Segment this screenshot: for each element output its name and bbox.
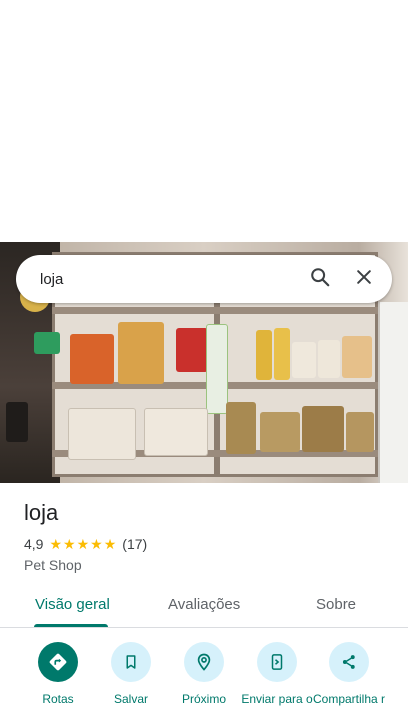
star-icon: ★ — [63, 536, 76, 552]
map-blank-area — [0, 0, 408, 242]
directions-label: Rotas — [42, 692, 74, 706]
save-label: Salvar — [113, 692, 148, 706]
share-icon — [329, 642, 369, 682]
share-label: Compartilha r — [312, 692, 386, 706]
nearby-button[interactable]: Próximo — [166, 642, 242, 706]
clear-search-button[interactable] — [342, 257, 386, 301]
directions-button[interactable]: Rotas — [20, 642, 96, 706]
nearby-label: Próximo — [181, 692, 226, 706]
star-icon: ★ — [103, 536, 117, 552]
tab-reviews[interactable]: Avaliações — [168, 596, 240, 613]
bookmark-icon — [111, 642, 151, 682]
send-to-phone-icon — [257, 642, 297, 682]
rating-stars: ★ ★ ★ ★ ★ — [49, 537, 116, 551]
rating-value: 4,9 — [24, 536, 44, 552]
nearby-icon — [184, 642, 224, 682]
place-tabs: Visão geral Avaliações Sobre — [0, 584, 408, 628]
search-input[interactable]: loja — [40, 271, 298, 288]
active-tab-indicator — [34, 624, 108, 627]
directions-icon — [38, 642, 78, 682]
search-icon — [309, 266, 331, 293]
rating-row[interactable]: 4,9 ★ ★ ★ ★ ★ (17) — [24, 536, 147, 552]
send-to-phone-button[interactable]: Enviar para o — [239, 642, 315, 706]
reviews-count[interactable]: (17) — [122, 536, 147, 552]
tab-about[interactable]: Sobre — [316, 596, 356, 613]
search-button[interactable] — [298, 257, 342, 301]
star-icon: ★ — [49, 536, 63, 552]
save-button[interactable]: Salvar — [93, 642, 169, 706]
star-icon: ★ — [90, 536, 103, 552]
search-bar[interactable]: loja — [16, 255, 392, 303]
send-to-phone-label: Enviar para o — [241, 692, 313, 706]
close-icon — [354, 267, 374, 292]
place-name: loja — [24, 500, 59, 525]
action-bar: Rotas Salvar Próximo Enviar para o Compa… — [0, 640, 408, 726]
tab-overview[interactable]: Visão geral — [35, 596, 110, 613]
place-category: Pet Shop — [24, 557, 82, 573]
star-icon: ★ — [76, 536, 90, 552]
share-button[interactable]: Compartilha r — [311, 642, 387, 706]
